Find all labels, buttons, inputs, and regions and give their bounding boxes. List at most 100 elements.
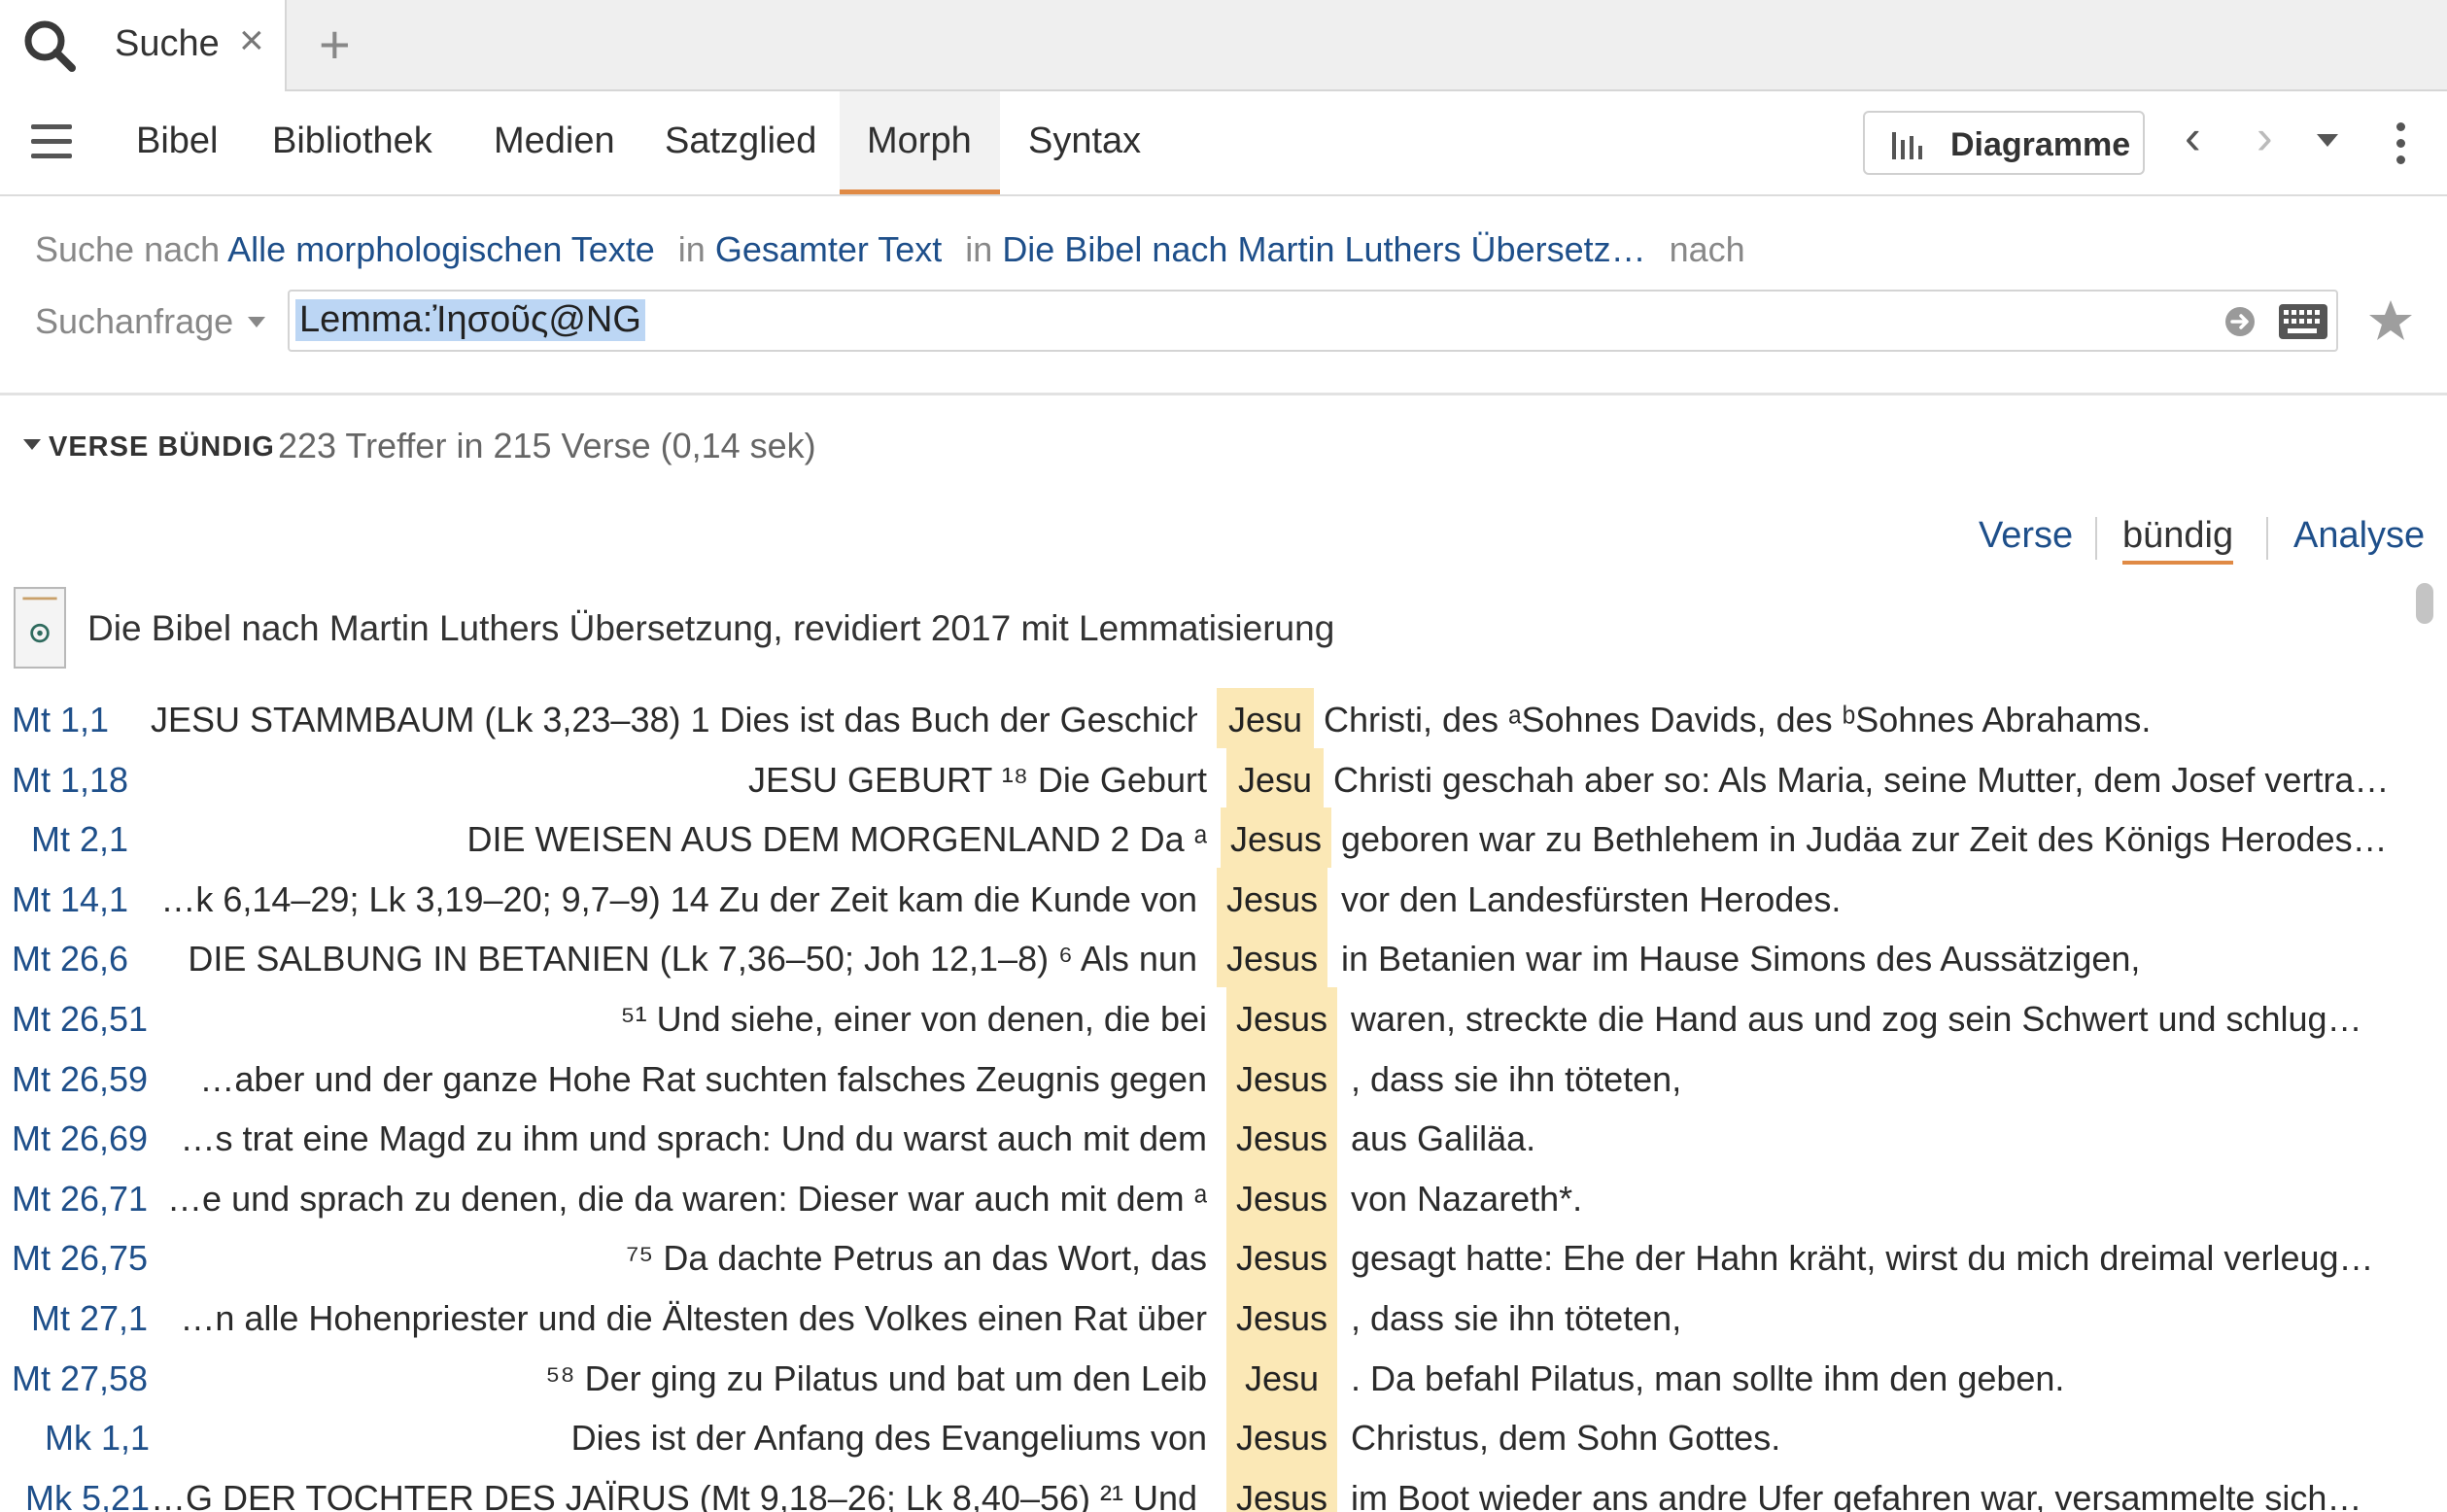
verse-reference-link[interactable]: Mt 27,58 <box>12 1358 148 1399</box>
back-arrow-icon[interactable]: ‹ <box>2185 113 2201 161</box>
search-hit[interactable]: Jesus <box>1217 867 1327 928</box>
more-options-icon[interactable] <box>2396 122 2408 165</box>
right-context: in Betanien war im Hause Simons des Auss… <box>1341 939 2141 979</box>
view-tab-analyse[interactable]: Analyse <box>2293 515 2425 557</box>
verse-reference-link[interactable]: Mt 26,69 <box>12 1118 148 1159</box>
table-row[interactable]: Mt 26,75 ⁷⁵ Da dachte Petrus an das Wort,… <box>0 1226 2400 1288</box>
view-separator <box>2266 517 2268 560</box>
tab-satzglied[interactable]: Satzglied <box>647 91 832 194</box>
left-context: …G DER TOCHTER DES JAÏRUS (Mt 9,18–26; L… <box>151 1477 1207 1512</box>
verse-reference-link[interactable]: Mt 1,1 <box>12 700 109 740</box>
history-dropdown-icon[interactable] <box>2317 134 2338 147</box>
verse-reference-link[interactable]: Mt 14,1 <box>12 879 128 920</box>
search-hit[interactable]: Jesus <box>1226 1166 1337 1227</box>
verse-reference-link[interactable]: Mt 26,71 <box>12 1179 148 1220</box>
table-row[interactable]: Mt 27,1 …n alle Hohenpriester und die Ält… <box>0 1287 2400 1347</box>
search-type-link[interactable]: Alle morphologischen Texte <box>227 229 655 269</box>
view-separator <box>2095 517 2097 560</box>
go-arrow-icon[interactable] <box>2223 305 2257 338</box>
table-row[interactable]: Mk 1,1 Dies ist der Anfang des Evangelium… <box>0 1406 2400 1467</box>
table-row[interactable]: Mt 26,51 ⁵¹ Und siehe, einer von denen, d… <box>0 987 2400 1048</box>
verse-reference-link[interactable]: Mt 26,6 <box>12 939 128 979</box>
verse-reference-link[interactable]: Mt 26,75 <box>12 1238 148 1279</box>
table-row[interactable]: Mt 2,1 DIE WEISEN AUS DEM MORGENLAND 2 Da… <box>0 808 2400 869</box>
scrollbar-thumb[interactable] <box>2416 583 2433 624</box>
verse-reference-link[interactable]: Mt 2,1 <box>31 819 128 860</box>
search-resource-link[interactable]: Die Bibel nach Martin Luthers Übersetz… <box>1002 229 1645 269</box>
table-row[interactable]: Mt 26,6 DIE SALBUNG IN BETANIEN (Lk 7,36–… <box>0 927 2400 988</box>
verse-reference-link[interactable]: Mt 26,51 <box>12 999 148 1040</box>
forward-arrow-icon[interactable]: › <box>2257 113 2273 161</box>
query-label[interactable]: Suchanfrage <box>35 301 233 342</box>
left-context: …k 6,14–29; Lk 3,19–20; 9,7–9) 14 Zu der… <box>160 878 1197 919</box>
table-row[interactable]: Mt 1,1 JESU STAMMBAUM (Lk 3,23–38) 1 Dies… <box>0 688 2400 748</box>
search-prefix: Suche nach <box>35 229 221 269</box>
table-row[interactable]: Mk 5,21 …G DER TOCHTER DES JAÏRUS (Mt 9,1… <box>0 1465 2400 1512</box>
search-in-label-2: in <box>965 229 993 269</box>
table-row[interactable]: Mt 26,71 …e und sprach zu denen, die da w… <box>0 1166 2400 1227</box>
right-context: waren, streckte die Hand aus und zog sei… <box>1351 999 2362 1039</box>
table-row[interactable]: Mt 27,58 ⁵⁸ Der ging zu Pilatus und bat u… <box>0 1346 2400 1407</box>
keyboard-icon[interactable] <box>2278 303 2328 340</box>
tab-bibel[interactable]: Bibel <box>119 91 235 194</box>
tab-medien[interactable]: Medien <box>476 91 632 194</box>
verse-reference-link[interactable]: Mt 1,18 <box>12 760 128 801</box>
table-row[interactable]: Mt 26,69 …s trat eine Magd zu ihm und spr… <box>0 1107 2400 1168</box>
search-hit[interactable]: Jesus <box>1226 1107 1337 1168</box>
search-range-link[interactable]: Gesamter Text <box>715 229 942 269</box>
add-tab-icon[interactable]: + <box>319 17 351 72</box>
results-title[interactable]: VERSE BÜNDIG <box>49 431 275 464</box>
collapse-triangle-icon[interactable] <box>23 439 41 450</box>
scrollbar-track[interactable] <box>2414 583 2435 1512</box>
search-hit[interactable]: Jesus <box>1221 808 1331 869</box>
right-context: . Da befahl Pilatus, man sollte ihm den … <box>1351 1357 2065 1398</box>
divider <box>0 393 2447 395</box>
search-input[interactable]: Lemma:Ἰησοῦς@NG <box>288 290 2338 352</box>
right-context: Christi, des ᵃSohnes Davids, des ᵇSohnes… <box>1324 700 2152 739</box>
right-context: geboren war zu Bethlehem in Judäa zur Ze… <box>1341 819 2388 860</box>
search-hit[interactable]: Jesus <box>1226 1406 1337 1467</box>
query-dropdown-icon[interactable] <box>248 317 265 327</box>
verse-reference-link[interactable]: Mk 5,21 <box>25 1478 150 1512</box>
hamburger-menu-icon[interactable] <box>31 124 72 159</box>
search-hit[interactable]: Jesu <box>1226 1346 1337 1407</box>
search-icon <box>24 20 76 72</box>
tab-morph[interactable]: Morph <box>840 91 1000 194</box>
verse-reference-link[interactable]: Mt 27,1 <box>31 1298 148 1339</box>
tab-suche[interactable]: Suche × <box>0 0 287 93</box>
table-row[interactable]: Mt 14,1 …k 6,14–29; Lk 3,19–20; 9,7–9) 14… <box>0 867 2400 928</box>
book-cover-icon <box>14 587 66 669</box>
toolbar: Bibel Bibliothek Medien Satzglied Morph … <box>0 91 2447 196</box>
left-context: …s trat eine Magd zu ihm und sprach: Und… <box>180 1118 1207 1159</box>
right-context: vor den Landesfürsten Herodes. <box>1341 878 1842 919</box>
diagramme-button[interactable]: Diagramme <box>1863 111 2145 175</box>
search-hit[interactable]: Jesu <box>1226 747 1324 808</box>
view-tab-verse[interactable]: Verse <box>1979 515 2073 557</box>
verse-reference-link[interactable]: Mt 26,59 <box>12 1059 148 1100</box>
left-context: …n alle Hohenpriester und die Ältesten d… <box>180 1298 1207 1338</box>
left-context: …e und sprach zu denen, die da waren: Di… <box>167 1178 1207 1219</box>
tab-bibliothek[interactable]: Bibliothek <box>255 91 449 194</box>
right-context: , dass sie ihn töteten, <box>1351 1058 1682 1099</box>
table-row[interactable]: Mt 1,18 JESU GEBURT ¹⁸ Die Geburt Jesu Chri… <box>0 747 2400 808</box>
search-hit[interactable]: Jesus <box>1226 1047 1337 1108</box>
right-context: aus Galiläa. <box>1351 1118 1536 1159</box>
tab-syntax[interactable]: Syntax <box>1011 91 1166 194</box>
search-in-label: in <box>677 229 706 269</box>
search-hit[interactable]: Jesus <box>1226 1465 1337 1512</box>
verse-reference-link[interactable]: Mk 1,1 <box>45 1418 150 1459</box>
search-hit[interactable]: Jesu <box>1217 688 1314 748</box>
search-hit[interactable]: Jesus <box>1217 927 1327 988</box>
search-hit[interactable]: Jesus <box>1226 1287 1337 1347</box>
left-context: Dies ist der Anfang des Evangeliums von <box>570 1418 1207 1459</box>
favorite-star-icon[interactable] <box>2367 297 2414 344</box>
search-suffix: nach <box>1669 229 1745 269</box>
left-context: DIE WEISEN AUS DEM MORGENLAND 2 Da ᵃ <box>466 819 1207 860</box>
table-row[interactable]: Mt 26,59 …aber und der ganze Hohe Rat suc… <box>0 1047 2400 1108</box>
diagramme-label: Diagramme <box>1950 126 2131 163</box>
search-hit[interactable]: Jesus <box>1226 987 1337 1048</box>
left-context: JESU STAMMBAUM (Lk 3,23–38) 1 Dies ist d… <box>151 700 1197 739</box>
view-tab-buendig[interactable]: bündig <box>2122 515 2234 565</box>
search-hit[interactable]: Jesus <box>1226 1226 1337 1288</box>
close-icon[interactable]: × <box>239 19 264 62</box>
